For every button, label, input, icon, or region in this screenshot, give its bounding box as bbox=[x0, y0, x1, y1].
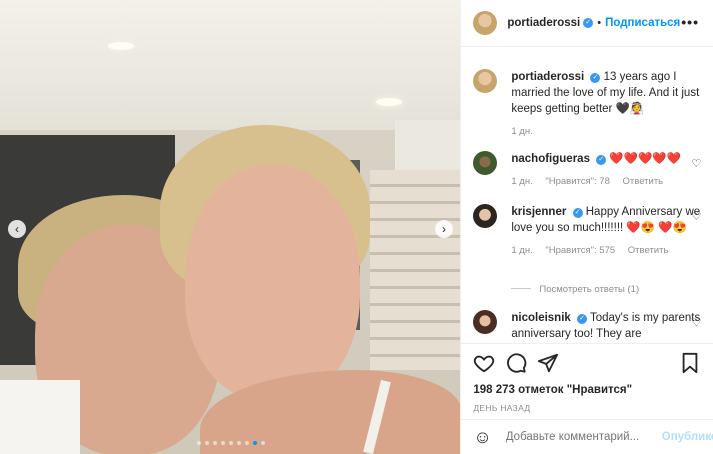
verified-badge-icon: ✓ bbox=[583, 18, 594, 28]
separator: • bbox=[597, 17, 602, 29]
view-replies-button[interactable]: Посмотреть ответы (1) bbox=[511, 284, 639, 295]
carousel-prev-button[interactable]: ‹ bbox=[8, 220, 26, 238]
carousel-dot bbox=[205, 441, 209, 445]
verified-badge-icon: ✓ bbox=[577, 314, 587, 324]
post-sidebar: portiaderossi ✓ • Подписаться ••• portia… bbox=[460, 0, 713, 454]
comment: nachofigueras ✓ ❤️❤️❤️❤️❤️ 1 дн. "Нравит… bbox=[473, 151, 701, 190]
avatar[interactable] bbox=[473, 69, 498, 93]
avatar[interactable] bbox=[473, 11, 498, 35]
avatar[interactable] bbox=[473, 204, 498, 228]
carousel-next-button[interactable]: › bbox=[435, 220, 453, 238]
author-username[interactable]: portiaderossi bbox=[507, 17, 580, 29]
likes-count[interactable]: 198 273 отметок "Нравится" bbox=[461, 376, 713, 396]
verified-badge-icon: ✓ bbox=[572, 208, 583, 218]
ceiling-light bbox=[108, 42, 134, 50]
replies-line bbox=[511, 288, 532, 289]
like-comment-heart-icon[interactable]: ♡ bbox=[691, 210, 701, 223]
comment: nicoleisnik ✓ Today's is my parents anni… bbox=[473, 310, 701, 342]
like-comment-heart-icon[interactable]: ♡ bbox=[691, 316, 701, 329]
verified-badge-icon: ✓ bbox=[596, 155, 607, 165]
more-options-icon[interactable]: ••• bbox=[681, 14, 699, 30]
post-header: portiaderossi ✓ • Подписаться ••• bbox=[461, 0, 713, 47]
carousel-dot bbox=[221, 441, 225, 445]
caption: portiaderossi ✓ 13 years ago I married t… bbox=[473, 69, 701, 140]
carousel-dot bbox=[245, 441, 249, 445]
avatar[interactable] bbox=[473, 310, 498, 334]
comments-list[interactable]: portiaderossi ✓ 13 years ago I married t… bbox=[461, 47, 713, 343]
comment-icon[interactable] bbox=[505, 352, 527, 374]
carousel-dot bbox=[197, 441, 201, 445]
comment-username[interactable]: krisjenner bbox=[511, 206, 566, 218]
add-comment-bar: ☺ Опубликовать bbox=[461, 419, 713, 454]
comment-time[interactable]: 1 дн. bbox=[511, 126, 532, 137]
share-icon[interactable] bbox=[537, 352, 559, 374]
comment-username[interactable]: nicoleisnik bbox=[511, 312, 570, 324]
photo-stairs bbox=[370, 170, 461, 370]
carousel-dot bbox=[253, 441, 257, 445]
person-shirt bbox=[0, 380, 80, 454]
comment-username[interactable]: nachofigueras bbox=[511, 153, 590, 165]
reply-button[interactable]: Ответить bbox=[628, 245, 669, 256]
verified-badge-icon: ✓ bbox=[590, 73, 601, 83]
comment-time[interactable]: 1 дн. bbox=[511, 176, 532, 187]
carousel-dot bbox=[229, 441, 233, 445]
follow-button[interactable]: Подписаться bbox=[605, 17, 680, 29]
comment: krisjenner ✓ Happy Anniversary we love y… bbox=[473, 204, 701, 259]
view-replies-label: Посмотреть ответы (1) bbox=[539, 284, 640, 295]
post-photo[interactable]: ‹ › bbox=[0, 0, 461, 454]
heart-icon[interactable] bbox=[473, 352, 495, 374]
avatar[interactable] bbox=[473, 151, 498, 175]
like-comment-heart-icon[interactable]: ♡ bbox=[691, 157, 701, 170]
instagram-post: ‹ › portiaderossi ✓ • Подписаться ••• po… bbox=[0, 0, 713, 454]
carousel-dot bbox=[237, 441, 241, 445]
comment-input[interactable] bbox=[503, 430, 662, 444]
photo-ceiling bbox=[0, 0, 461, 130]
smiley-icon[interactable]: ☺ bbox=[473, 427, 491, 448]
ceiling-light bbox=[376, 98, 402, 106]
post-date[interactable]: ДЕНЬ НАЗАД bbox=[461, 396, 713, 413]
comment-likes[interactable]: "Нравится": 575 bbox=[545, 245, 615, 256]
comment-username[interactable]: portiaderossi bbox=[511, 71, 584, 83]
publish-button[interactable]: Опубликовать bbox=[662, 431, 713, 443]
carousel-indicator bbox=[197, 441, 265, 445]
comment-time[interactable]: 1 дн. bbox=[511, 245, 532, 256]
bookmark-icon[interactable] bbox=[679, 352, 701, 374]
reply-button[interactable]: Ответить bbox=[623, 176, 664, 187]
carousel-dot bbox=[261, 441, 265, 445]
comment-text: ❤️❤️❤️❤️❤️ bbox=[609, 153, 681, 165]
comment-likes[interactable]: "Нравится": 78 bbox=[545, 176, 610, 187]
person-right-face bbox=[185, 165, 360, 400]
carousel-dot bbox=[213, 441, 217, 445]
